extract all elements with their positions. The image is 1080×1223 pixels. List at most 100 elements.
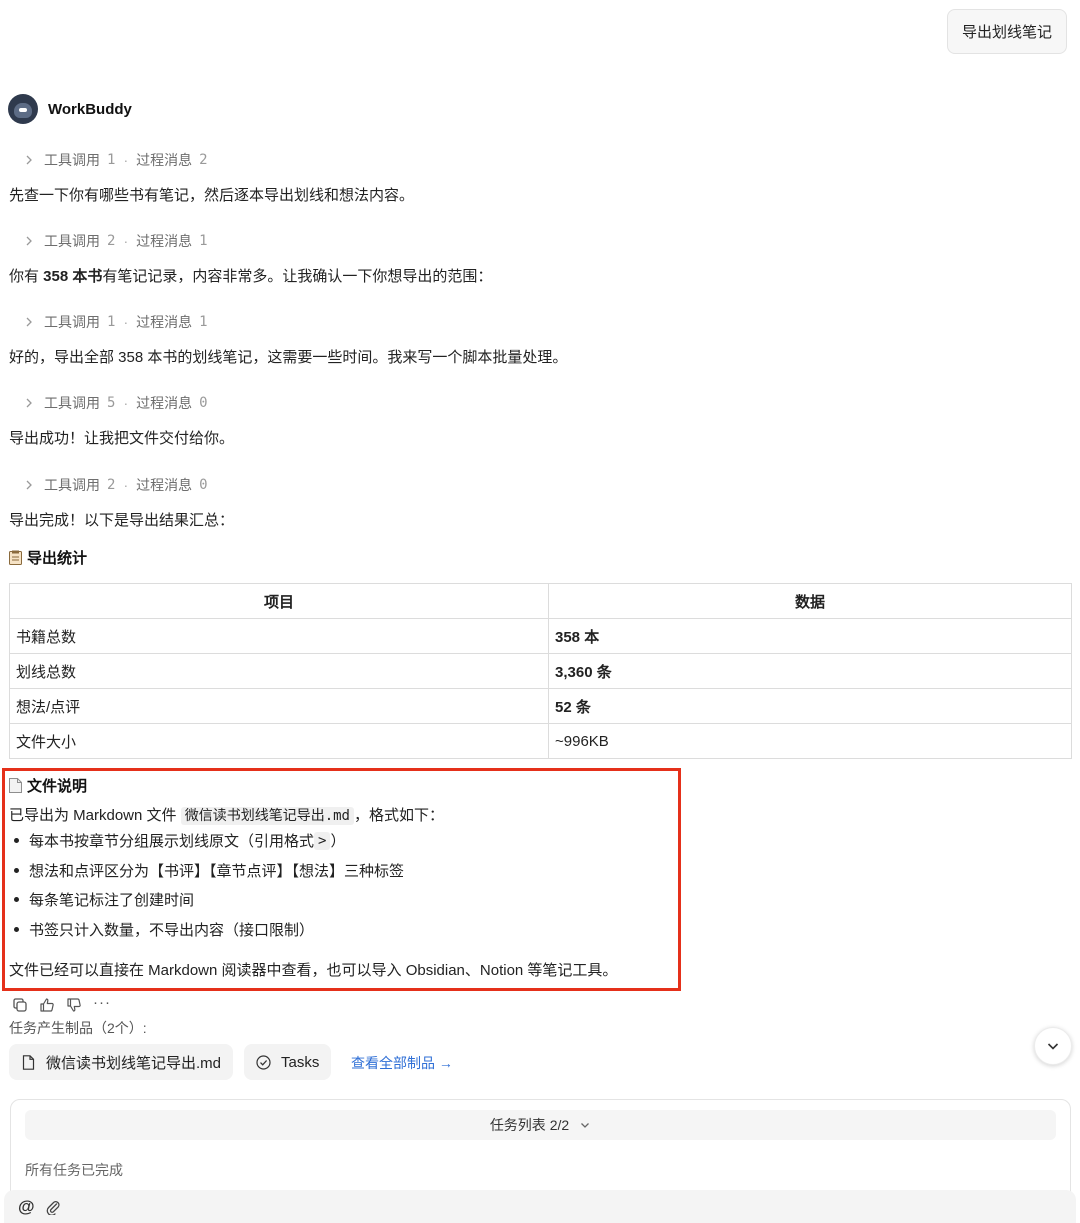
export-notes-button[interactable]: 导出划线笔记 [947, 9, 1067, 54]
intro-text: ，格式如下： [354, 807, 445, 824]
scroll-to-bottom-button[interactable] [1034, 1027, 1072, 1065]
process-message-count: 2 [199, 152, 208, 168]
table-cell-item: 书籍总数 [9, 618, 549, 654]
chevron-down-icon [581, 1123, 590, 1128]
list-item: 每本书按章节分组展示划线原文（引用格式 >） [14, 826, 404, 856]
process-message-count: 1 [199, 233, 208, 249]
step-meta-4[interactable]: 工具调用 5 · 过程消息 0 [22, 393, 208, 413]
message-actions: ··· [12, 994, 111, 1013]
format-bullet-list: 每本书按章节分组展示划线原文（引用格式 >） 想法和点评区分为【书评】【章节点评… [14, 826, 404, 944]
check-circle-icon [256, 1054, 271, 1070]
tool-call-count: 2 [107, 477, 116, 493]
table-cell-value: ~996KB [548, 723, 1072, 759]
tool-call-label: 工具调用 [44, 233, 100, 249]
more-icon[interactable]: ··· [93, 994, 111, 1011]
step-meta-2[interactable]: 工具调用 2 · 过程消息 1 [22, 231, 208, 251]
view-all-artifacts-link[interactable]: 查看全部制品 → [351, 1053, 453, 1073]
bullet-text: ） [330, 833, 346, 851]
artifact-tasks-label: Tasks [281, 1053, 320, 1071]
process-message-label: 过程消息 [136, 395, 193, 411]
message-text: 有笔记记录，内容非常多。让我确认一下你想导出的范围： [102, 268, 493, 285]
separator-dot: · [123, 233, 129, 249]
process-message-label: 过程消息 [136, 314, 193, 330]
table-row: 想法/点评 52 条 [9, 688, 1072, 724]
section-title-text: 导出统计 [27, 550, 88, 567]
separator-dot: · [123, 395, 129, 411]
file-info-footer: 文件已经可以直接在 Markdown 阅读器中查看，也可以导入 Obsidian… [9, 962, 618, 979]
tool-call-count: 2 [107, 233, 116, 249]
task-status-text: 所有任务已完成 [25, 1162, 123, 1178]
tool-call-count: 5 [107, 395, 116, 411]
chat-input-bar[interactable]: @ [4, 1190, 1076, 1223]
tool-call-label: 工具调用 [44, 395, 100, 411]
tool-call-label: 工具调用 [44, 152, 100, 168]
stats-table: 项目 数据 书籍总数 358 本 划线总数 3,360 条 想法/点评 52 条… [9, 583, 1072, 759]
table-cell-value: 3,360 条 [548, 653, 1072, 689]
separator-dot: · [123, 152, 129, 168]
table-cell-value: 358 本 [548, 618, 1072, 654]
tool-call-label: 工具调用 [44, 477, 100, 493]
chevron-right-icon [26, 155, 32, 165]
file-name-code: 微信读书划线笔记导出.md [180, 807, 354, 825]
assistant-message-5: 导出完成！以下是导出结果汇总： [9, 512, 235, 529]
artifact-file-name: 微信读书划线笔记导出.md [46, 1054, 222, 1072]
bullet-text: 每本书按章节分组展示划线原文（引用格式 [29, 833, 315, 851]
artifact-tasks-chip[interactable]: Tasks [244, 1044, 332, 1080]
chevron-right-icon [26, 236, 32, 246]
artifact-file-chip[interactable]: 微信读书划线笔记导出.md [9, 1044, 234, 1080]
assistant-message-3: 好的，导出全部 358 本书的划线笔记，这需要一些时间。我来写一个脚本批量处理。 [9, 349, 568, 366]
assistant-message-1: 先查一下你有哪些书有笔记，然后逐本导出划线和想法内容。 [9, 187, 415, 204]
document-icon [9, 778, 22, 793]
file-icon [22, 1054, 35, 1070]
separator-dot: · [123, 477, 129, 493]
message-text: 你有 [9, 268, 44, 285]
section-title-text: 文件说明 [27, 778, 88, 795]
copy-icon[interactable] [12, 997, 28, 1013]
bot-avatar [8, 94, 38, 124]
table-cell-item: 文件大小 [9, 723, 549, 759]
intro-text: 已导出为 Markdown 文件 [9, 807, 181, 824]
task-list-title: 任务列表 2/2 [489, 1117, 570, 1133]
assistant-message-2: 你有 358 本书有笔记记录，内容非常多。让我确认一下你想导出的范围： [9, 265, 492, 286]
stats-section-title: 导出统计 [9, 547, 87, 568]
step-meta-5[interactable]: 工具调用 2 · 过程消息 0 [22, 475, 208, 495]
process-message-label: 过程消息 [136, 233, 193, 249]
task-list-toggle[interactable]: 任务列表 2/2 [25, 1110, 1056, 1140]
table-cell-value: 52 条 [548, 688, 1072, 724]
bot-header: WorkBuddy [8, 94, 132, 124]
column-header-item: 项目 [9, 583, 549, 619]
chevron-down-icon [1047, 1043, 1059, 1050]
table-header-row: 项目 数据 [9, 583, 1072, 619]
process-message-count: 1 [199, 314, 208, 330]
process-message-count: 0 [199, 477, 208, 493]
list-item: 每条笔记标注了创建时间 [14, 885, 404, 915]
process-message-count: 0 [199, 395, 208, 411]
paperclip-icon[interactable] [45, 1199, 61, 1215]
artifacts-label: 任务产生制品（2个）: [9, 1020, 147, 1036]
table-row: 划线总数 3,360 条 [9, 653, 1072, 689]
thumbs-down-icon[interactable] [66, 997, 82, 1013]
file-info-section-title: 文件说明 [9, 775, 87, 796]
chevron-right-icon [26, 480, 32, 490]
process-message-label: 过程消息 [136, 152, 193, 168]
clipboard-icon [9, 550, 22, 565]
list-item: 书签只计入数量，不导出内容（接口限制） [14, 915, 404, 945]
tool-call-count: 1 [107, 314, 116, 330]
table-cell-item: 划线总数 [9, 653, 549, 689]
step-meta-1[interactable]: 工具调用 1 · 过程消息 2 [22, 150, 208, 170]
chevron-right-icon [26, 317, 32, 327]
tool-call-count: 1 [107, 152, 116, 168]
table-row: 文件大小 ~996KB [9, 723, 1072, 759]
inline-code: > [314, 831, 331, 850]
tool-call-label: 工具调用 [44, 314, 100, 330]
mention-icon[interactable]: @ [18, 1197, 35, 1217]
step-meta-3[interactable]: 工具调用 1 · 过程消息 1 [22, 312, 208, 332]
process-message-label: 过程消息 [136, 477, 193, 493]
table-row: 书籍总数 358 本 [9, 618, 1072, 654]
chevron-right-icon [26, 398, 32, 408]
thumbs-up-icon[interactable] [39, 997, 55, 1013]
file-info-intro: 已导出为 Markdown 文件 微信读书划线笔记导出.md ，格式如下： [9, 804, 444, 825]
column-header-value: 数据 [548, 583, 1072, 619]
separator-dot: · [123, 314, 129, 330]
list-item: 想法和点评区分为【书评】【章节点评】【想法】三种标签 [14, 856, 404, 886]
